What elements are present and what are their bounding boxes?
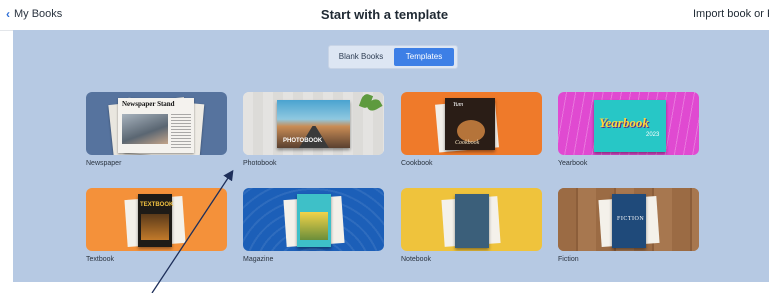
annotation-arrow bbox=[151, 169, 234, 293]
arrow-line bbox=[151, 169, 234, 293]
